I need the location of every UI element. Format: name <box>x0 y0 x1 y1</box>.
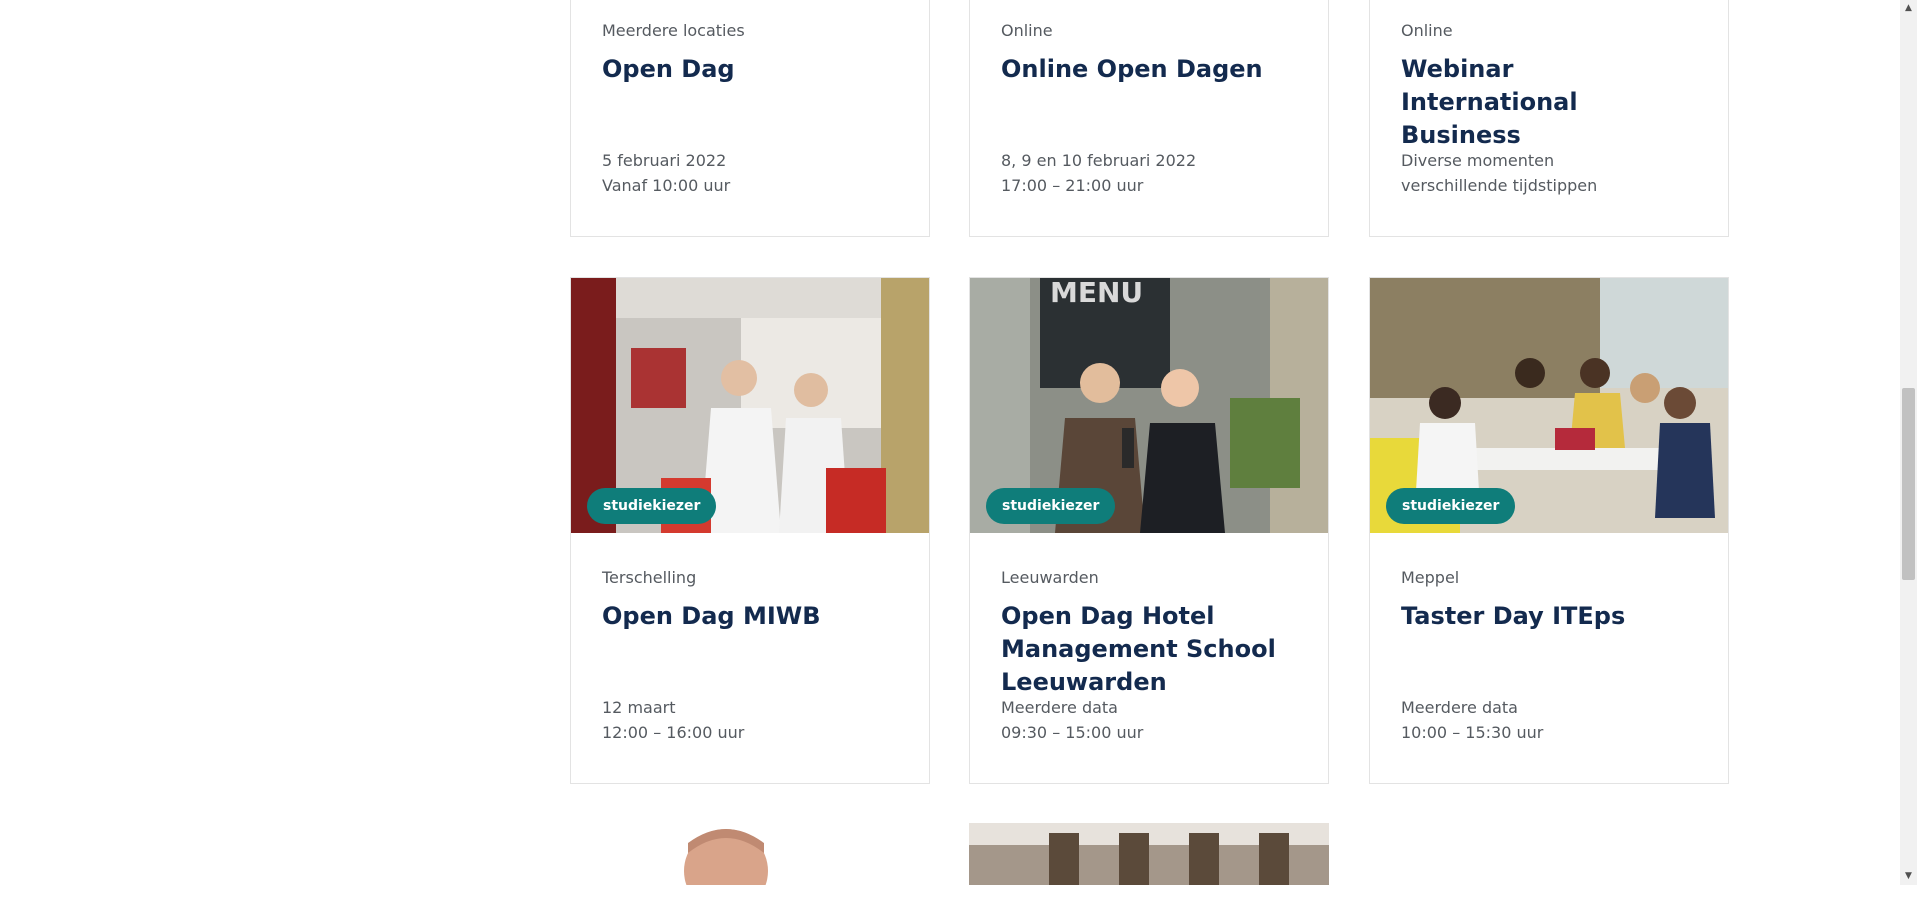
svg-text:MENU: MENU <box>1050 278 1143 309</box>
event-title[interactable]: Open Dag <box>602 53 909 86</box>
event-date: Meerdere data <box>1401 698 1518 717</box>
event-title[interactable]: Taster Day ITEps <box>1401 600 1708 633</box>
event-card-open-dag[interactable]: Meerdere locaties Open Dag 5 februari 20… <box>570 0 930 237</box>
event-date: Meerdere data <box>1001 698 1118 717</box>
event-location: Leeuwarden <box>1001 568 1099 587</box>
event-card-taster-day[interactable]: studiekiezer Meppel Taster Day ITEps Mee… <box>1369 277 1729 784</box>
scroll-up-arrow-icon[interactable]: ▲ <box>1900 0 1917 17</box>
event-title[interactable]: Open Dag Hotel Management School Leeuwar… <box>1001 600 1288 699</box>
event-location: Meppel <box>1401 568 1460 587</box>
event-time: 17:00 – 21:00 uur <box>1001 176 1144 195</box>
event-date: 12 maart <box>602 698 676 717</box>
scroll-down-arrow-icon[interactable]: ▼ <box>1900 868 1917 885</box>
studiekiezer-badge: studiekiezer <box>1386 488 1516 524</box>
event-photo[interactable]: MENU studiekiezer <box>970 278 1328 533</box>
studiekiezer-badge: studiekiezer <box>587 488 717 524</box>
event-time: 12:00 – 16:00 uur <box>602 723 745 742</box>
page-scrollbar[interactable]: ▲ ▼ <box>1900 0 1917 885</box>
event-location: Online <box>1001 21 1053 40</box>
event-card-hotel-management[interactable]: MENU studiekiezer Leeuwarden Open Dag Ho… <box>969 277 1329 784</box>
event-location: Online <box>1401 21 1453 40</box>
event-location: Terschelling <box>602 568 697 587</box>
event-date: 5 februari 2022 <box>602 151 727 170</box>
studiekiezer-badge: studiekiezer <box>986 488 1116 524</box>
scroll-thumb[interactable] <box>1902 388 1915 580</box>
person-photo <box>570 823 930 913</box>
event-time: 09:30 – 15:00 uur <box>1001 723 1144 742</box>
event-card-online-open-dagen[interactable]: Online Online Open Dagen 8, 9 en 10 febr… <box>969 0 1329 237</box>
event-card-webinar[interactable]: Online Webinar International Business Di… <box>1369 0 1729 237</box>
event-title[interactable]: Open Dag MIWB <box>602 600 909 633</box>
event-photo[interactable]: studiekiezer <box>1370 278 1728 533</box>
event-date: Diverse momenten <box>1401 151 1555 170</box>
event-card-partial-2[interactable] <box>969 823 1329 923</box>
event-time: 10:00 – 15:30 uur <box>1401 723 1544 742</box>
interior-photo <box>969 823 1329 885</box>
event-card-partial-1[interactable] <box>570 823 930 923</box>
event-photo[interactable]: studiekiezer <box>571 278 929 533</box>
event-time: Vanaf 10:00 uur <box>602 176 731 195</box>
event-location: Meerdere locaties <box>602 21 745 40</box>
event-card-open-dag-miwb[interactable]: studiekiezer Terschelling Open Dag MIWB … <box>570 277 930 784</box>
event-title[interactable]: Online Open Dagen <box>1001 53 1308 86</box>
event-title[interactable]: Webinar International Business <box>1401 53 1668 152</box>
event-date: 8, 9 en 10 februari 2022 <box>1001 151 1197 170</box>
event-time: verschillende tijdstippen <box>1401 176 1598 195</box>
